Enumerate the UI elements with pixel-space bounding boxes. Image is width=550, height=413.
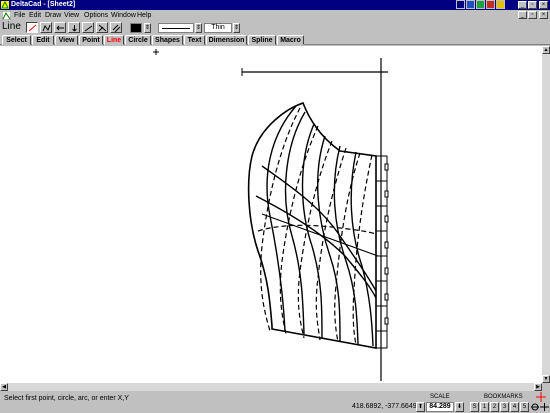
tab-select[interactable]: Select: [2, 35, 31, 45]
tab-view[interactable]: View: [55, 35, 78, 45]
scroll-right-arrow-icon[interactable]: ▶: [534, 383, 542, 391]
tray-excel-icon[interactable]: [476, 0, 485, 9]
perpendicular-line-tool-button[interactable]: [96, 22, 108, 33]
tool-tabs: Select Edit View Point Line Circle Shape…: [0, 34, 550, 45]
menu-bar: File Edit Draw View Options Window Help …: [0, 10, 550, 21]
tray-powerpoint-icon[interactable]: [486, 0, 495, 9]
parallel-line-icon: [112, 24, 121, 32]
bookmark-3-button[interactable]: 3: [500, 402, 509, 412]
bookmark-s-button[interactable]: S: [470, 402, 479, 412]
solid-line-preview: [162, 28, 190, 29]
tab-dimension[interactable]: Dimension: [206, 35, 247, 45]
menu-window[interactable]: Window: [111, 11, 136, 20]
menu-file[interactable]: File: [14, 11, 25, 20]
target-icon[interactable]: [531, 402, 539, 412]
line-style-select[interactable]: [158, 23, 194, 33]
red-crosshair-icon: [536, 392, 546, 402]
crosshair-cursor-icon: [153, 49, 159, 55]
deltacad-window: DeltaCad - [Sheet2] _ ▫ × File Edit Draw…: [0, 0, 550, 413]
horizontal-line-icon: [56, 25, 64, 31]
restore-button[interactable]: ▫: [528, 1, 537, 9]
drawing-canvas[interactable]: [0, 46, 542, 383]
vertical-scrollbar[interactable]: ▲ ▼: [542, 46, 550, 383]
tab-line[interactable]: Line: [104, 35, 124, 45]
dashed-guide-lines: [257, 107, 377, 346]
menu-draw[interactable]: Draw: [45, 11, 61, 20]
tab-point[interactable]: Point: [79, 35, 103, 45]
color-dropdown-button[interactable]: ⇕: [144, 23, 151, 33]
bookmark-5-button[interactable]: 5: [520, 402, 529, 412]
polyline-icon: [42, 24, 51, 32]
vertical-line-tool-button[interactable]: [68, 22, 80, 33]
line-width-select[interactable]: Thin: [204, 23, 232, 33]
tray-word-icon[interactable]: [466, 0, 475, 9]
bookmark-4-button[interactable]: 4: [510, 402, 519, 412]
title-bar: DeltaCad - [Sheet2] _ ▫ ×: [0, 0, 550, 10]
doc-restore-button[interactable]: ▫: [528, 11, 537, 19]
doc-minimize-button[interactable]: _: [518, 11, 527, 19]
parallel-line-tool-button[interactable]: [110, 22, 122, 33]
document-icon[interactable]: [2, 11, 11, 20]
tray-app-icon-1[interactable]: [456, 0, 465, 9]
perpendicular-line-icon: [98, 24, 107, 32]
vertical-line-icon: [72, 25, 77, 32]
line-width-dropdown-button[interactable]: ⇕: [233, 23, 240, 33]
polyline-tool-button[interactable]: [40, 22, 52, 33]
scale-up-button[interactable]: ⬆: [416, 402, 425, 412]
tab-circle[interactable]: Circle: [125, 35, 151, 45]
line-tool-button[interactable]: [26, 22, 38, 33]
bookmarks-label: BOOKMARKS: [484, 394, 523, 400]
angle-line-tool-button[interactable]: [82, 22, 94, 33]
scroll-down-arrow-icon[interactable]: ▼: [542, 375, 550, 383]
app-icon: [1, 1, 9, 9]
pattern-outline: [247, 101, 377, 349]
close-button[interactable]: ×: [539, 1, 548, 9]
drawing-svg: [153, 49, 389, 381]
tab-shapes[interactable]: Shapes: [152, 35, 183, 45]
tab-macro[interactable]: Macro: [277, 35, 304, 45]
bookmark-2-button[interactable]: 2: [490, 402, 499, 412]
button-placket: [375, 155, 389, 349]
status-message: Select first point, circle, arc, or ente…: [4, 395, 129, 402]
doc-close-button[interactable]: ×: [539, 11, 548, 19]
line-style-dropdown-button[interactable]: ⇕: [195, 23, 202, 33]
scale-label: SCALE: [430, 394, 450, 400]
diagonal-line-icon: [28, 24, 37, 32]
bookmark-1-button[interactable]: 1: [480, 402, 489, 412]
minimize-button[interactable]: _: [518, 1, 527, 9]
horizontal-scrollbar[interactable]: ◀ ▶: [0, 383, 542, 391]
angle-line-icon: [84, 25, 93, 32]
cursor-coordinates: 418.6892, -377.6649: [352, 403, 417, 410]
scrollbar-corner: [542, 383, 550, 391]
menu-options[interactable]: Options: [84, 11, 108, 20]
menu-view[interactable]: View: [64, 11, 79, 20]
tray-app-icon-5[interactable]: [496, 0, 505, 9]
menu-help[interactable]: Help: [137, 11, 151, 20]
scale-value[interactable]: 84.289: [426, 402, 454, 412]
horizontal-line-tool-button[interactable]: [54, 22, 66, 33]
current-tool-label: Line: [2, 21, 21, 32]
tab-spline[interactable]: Spline: [248, 35, 276, 45]
scroll-up-arrow-icon[interactable]: ▲: [542, 46, 550, 54]
tab-edit[interactable]: Edit: [32, 35, 54, 45]
menu-edit[interactable]: Edit: [29, 11, 41, 20]
scale-down-button[interactable]: ⬇: [455, 402, 464, 412]
status-bar: Select first point, circle, arc, or ente…: [0, 391, 550, 413]
color-swatch[interactable]: [130, 23, 142, 33]
line-toolbar: Line ⇕ ⇕ Thin ⇕: [0, 21, 550, 34]
scroll-left-arrow-icon[interactable]: ◀: [0, 383, 8, 391]
window-title: DeltaCad - [Sheet2]: [11, 1, 76, 8]
crosshair-icon[interactable]: [540, 402, 549, 412]
tab-text[interactable]: Text: [184, 35, 205, 45]
